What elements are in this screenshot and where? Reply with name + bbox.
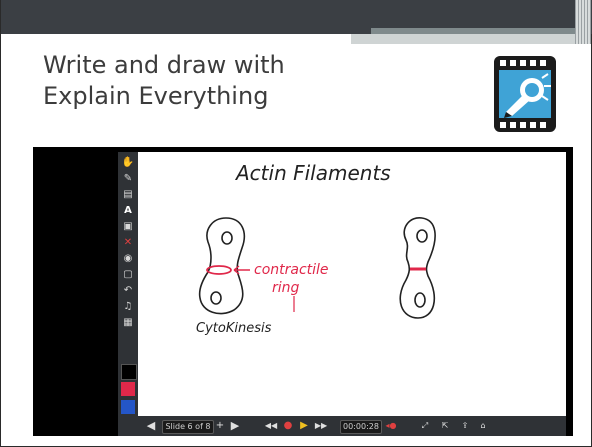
play-icon[interactable]: ▶	[298, 420, 310, 432]
pen-icon[interactable]: ✎	[121, 172, 135, 186]
more-icon[interactable]: ▦	[121, 316, 135, 330]
hand-icon[interactable]: ✋	[121, 156, 135, 170]
contractile-ring-left	[206, 265, 232, 275]
canvas-heading: Actin Filaments	[234, 161, 391, 185]
color-swatch-black[interactable]	[121, 364, 137, 380]
shape-icon[interactable]: ▣	[121, 220, 135, 234]
eraser-icon[interactable]: ✕	[121, 236, 135, 250]
header-texture	[575, 0, 591, 44]
ring-arrow	[233, 265, 250, 275]
rewind-icon[interactable]: ◀◀	[264, 420, 278, 432]
color-swatch-blue[interactable]	[121, 400, 135, 414]
next-slide-icon[interactable]: ▶	[228, 420, 242, 432]
add-slide-icon[interactable]: +	[214, 420, 226, 432]
left-toolbar: ✋ ✎ ▤ A ▣ ✕ ◉ ▢ ↶ ♫ ▦	[118, 152, 138, 416]
ring-label-line2: ring	[272, 280, 300, 296]
explain-everything-logo-icon	[494, 56, 556, 132]
slide-title: Write and draw with Explain Everything	[43, 51, 285, 110]
previous-slide-icon[interactable]: ◀	[144, 420, 158, 432]
cytokinesis-label: CytoKinesis	[196, 321, 272, 336]
header-accent-strip	[351, 34, 591, 44]
laser-icon[interactable]: ◉	[121, 252, 135, 266]
undo-icon[interactable]: ↶	[121, 284, 135, 298]
record-timeline-icon[interactable]: ◂●	[384, 420, 398, 432]
slide: Write and draw with Explain Everything ✋…	[0, 0, 592, 447]
time-display: 00:00:28	[340, 420, 382, 434]
share-icon[interactable]: ⇪	[458, 420, 472, 432]
audio-icon[interactable]: ♫	[121, 300, 135, 314]
bottom-toolbar: ◀ Slide 6 of 8 + ▶ ◀◀ ● ▶ ▶▶ 00:00:28 ◂●…	[118, 416, 566, 436]
highlighter-icon[interactable]: ▤	[121, 188, 135, 202]
canvas-drawing: Actin Filaments contractile ring CytoKin…	[196, 161, 436, 336]
color-swatch-red[interactable]	[121, 382, 135, 396]
fullscreen-icon[interactable]: ⤢	[418, 420, 432, 432]
export-icon[interactable]: ⇱	[438, 420, 452, 432]
ring-label-line1: contractile	[254, 262, 329, 278]
text-icon[interactable]: A	[121, 204, 135, 218]
projects-icon[interactable]: ⌂	[476, 420, 490, 432]
fast-forward-icon[interactable]: ▶▶	[314, 420, 328, 432]
slide-counter[interactable]: Slide 6 of 8	[162, 420, 214, 434]
insert-icon[interactable]: ▢	[121, 268, 135, 282]
record-icon[interactable]: ●	[282, 420, 294, 432]
